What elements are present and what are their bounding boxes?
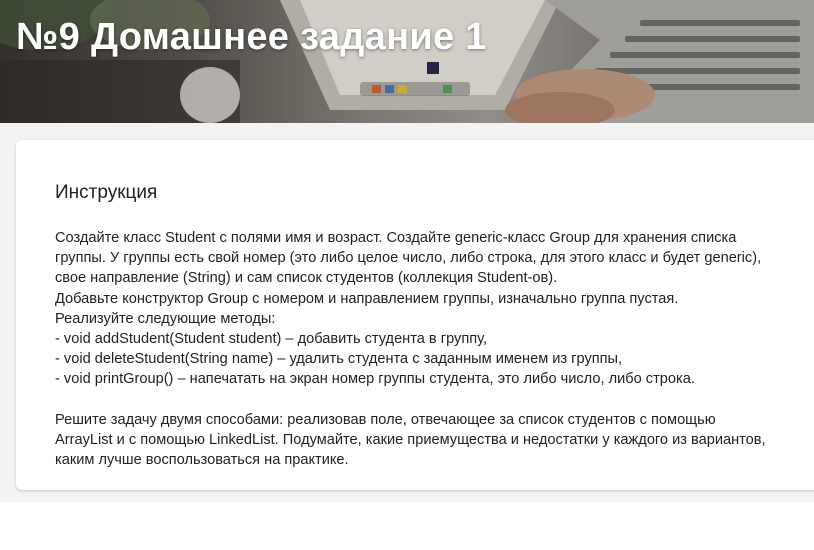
page-title: №9 Домашнее задание 1 — [16, 16, 487, 58]
method-item: - void addStudent(Student student) – доб… — [55, 331, 488, 348]
method-item: - void printGroup() – напечатать на экра… — [55, 371, 695, 388]
instruction-line: Создайте класс Student с полями имя и во… — [55, 230, 737, 246]
instruction-line: Реализуйте следующие методы: — [55, 310, 276, 327]
method-item: - void deleteStudent(String name) – удал… — [55, 351, 623, 368]
page-background — [0, 502, 814, 550]
instruction-line: каким лучше воспользоваться на практике. — [55, 452, 349, 469]
instruction-line: Добавьте конструктор Group с номером и н… — [55, 290, 679, 307]
instruction-line: свое направление (String) и сам список с… — [55, 270, 558, 287]
instruction-line: Решите задачу двумя способами: реализова… — [55, 411, 716, 428]
hero-banner: №9 Домашнее задание 1 — [0, 0, 814, 123]
instruction-card: Инструкция Создайте класс Student с поля… — [16, 140, 814, 490]
instruction-heading: Инструкция — [55, 182, 158, 203]
instruction-text: Создайте класс Student с полями имя и во… — [55, 228, 800, 470]
instruction-line: ArrayList и с помощью LinkedList. Подума… — [55, 431, 766, 448]
instruction-line: группы. У группы есть свой номер (это ли… — [55, 250, 762, 267]
